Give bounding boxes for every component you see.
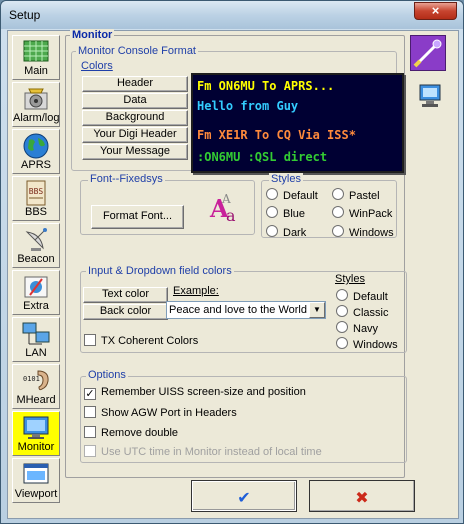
input-style-navy-radio[interactable]: Navy — [336, 321, 378, 335]
tools-icon-button[interactable] — [410, 35, 446, 71]
utc-time-checkbox: Use UTC time in Monitor instead of local… — [84, 445, 322, 458]
close-button[interactable]: × — [414, 2, 457, 20]
extra-tools-icon — [24, 276, 48, 298]
window-title: Setup — [9, 8, 41, 22]
setup-window: Setup × Main Alarm/log APRS BBS BBS Beac… — [0, 0, 464, 524]
input-colors-title: Input & Dropdown field colors — [86, 265, 234, 277]
sidebar-item-label: MHeard — [16, 394, 56, 406]
checkbox-box[interactable] — [84, 406, 96, 418]
show-agw-port-label: Show AGW Port in Headers — [101, 407, 237, 419]
close-icon: ✖ — [355, 490, 369, 507]
console-format-title: Monitor Console Format — [76, 45, 198, 57]
style-windows-radio[interactable]: Windows — [332, 225, 394, 239]
computer-icon — [419, 84, 441, 107]
ear-icon: 0101 — [23, 370, 49, 391]
font-group-title: Font--Fixedsys — [88, 173, 165, 185]
svg-text:0101: 0101 — [23, 375, 40, 383]
sidebar-item-beacon[interactable]: Beacon — [12, 223, 60, 268]
chevron-down-icon[interactable]: ▼ — [309, 302, 325, 318]
sidebar-item-label: APRS — [21, 159, 51, 171]
sidebar-item-label: Alarm/log — [13, 112, 60, 124]
ok-button[interactable]: ✔ — [191, 480, 297, 512]
digi-header-color-button[interactable]: Your Digi Header — [82, 127, 188, 143]
cancel-button[interactable]: ✖ — [309, 480, 415, 512]
tx-coherent-label: TX Coherent Colors — [101, 335, 199, 347]
sidebar-item-extra[interactable]: Extra — [12, 270, 60, 315]
sidebar-item-lan[interactable]: LAN — [12, 317, 60, 362]
sidebar-item-label: Main — [24, 65, 48, 77]
preview-header-line: Fm ON6MU To APRS... — [197, 79, 335, 93]
input-style-classic-radio[interactable]: Classic — [336, 305, 388, 319]
sidebar-item-main[interactable]: Main — [12, 35, 60, 80]
tx-coherent-checkbox[interactable]: TX Coherent Colors — [84, 334, 198, 347]
header-color-button[interactable]: Header — [82, 76, 188, 92]
remember-size-label: Remember UISS screen-size and position — [101, 386, 306, 398]
lan-computers-icon — [22, 322, 50, 345]
input-style-windows-radio[interactable]: Windows — [336, 337, 398, 351]
sidebar-item-label: Beacon — [17, 253, 55, 265]
font-aa-icon: A a A — [209, 192, 236, 225]
checkbox-box[interactable] — [84, 334, 96, 346]
viewport-icon — [23, 463, 49, 484]
remove-double-label: Remove double — [101, 427, 179, 439]
alarm-speaker-icon — [24, 88, 48, 110]
monitor-icon — [23, 416, 49, 439]
globe-icon — [23, 133, 49, 159]
show-agw-port-checkbox[interactable]: Show AGW Port in Headers — [84, 406, 237, 419]
checkmark-icon[interactable]: ✓ — [84, 388, 96, 400]
sidebar-item-bbs[interactable]: BBS BBS — [12, 176, 60, 221]
example-label: Example: — [173, 285, 219, 297]
preview-message-line: :ON6MU :QSL direct — [197, 150, 328, 164]
colors-label: Colors — [79, 60, 115, 72]
sidebar-item-label: Viewport — [14, 488, 58, 500]
satellite-dish-icon — [25, 228, 47, 251]
options-title: Options — [86, 369, 128, 381]
svg-text:BBS: BBS — [29, 187, 44, 196]
data-color-button[interactable]: Data — [82, 93, 188, 109]
preview-data-line: Hello from Guy — [197, 99, 299, 113]
sidebar-item-monitor[interactable]: Monitor — [12, 411, 60, 456]
style-dark-radio[interactable]: Dark — [266, 225, 306, 239]
sidebar-item-viewport[interactable]: Viewport — [12, 458, 60, 503]
your-message-color-button[interactable]: Your Message — [82, 144, 188, 160]
input-style-default-radio[interactable]: Default — [336, 289, 388, 303]
screwdriver-icon — [413, 39, 442, 68]
sidebar-item-mheard[interactable]: 0101 MHeard — [12, 364, 60, 409]
checkbox-box — [84, 445, 96, 457]
format-font-button[interactable]: Format Font... — [91, 205, 184, 229]
styles-group-title: Styles — [269, 173, 303, 185]
preview-digi-header-line: Fm XE1R To CQ Via ISS* — [197, 128, 356, 142]
remember-size-checkbox[interactable]: ✓ Remember UISS screen-size and position — [84, 386, 306, 400]
sidebar-item-label: BBS — [24, 206, 47, 218]
sidebar-item-label: LAN — [25, 347, 47, 359]
bbs-icon: BBS — [26, 180, 46, 206]
example-dropdown[interactable]: Peace and love to the World ▼ — [166, 301, 326, 319]
example-dropdown-value: Peace and love to the World — [169, 304, 307, 316]
style-winpack-radio[interactable]: WinPack — [332, 206, 392, 220]
svg-text:A: A — [221, 192, 231, 206]
style-pastel-radio[interactable]: Pastel — [332, 188, 380, 202]
text-color-button[interactable]: Text color — [83, 287, 168, 303]
style-default-radio[interactable]: Default — [266, 188, 318, 202]
sidebar-item-aprs[interactable]: APRS — [12, 129, 60, 174]
style-blue-radio[interactable]: Blue — [266, 206, 305, 220]
remove-double-checkbox[interactable]: Remove double — [84, 426, 178, 439]
client-area: Main Alarm/log APRS BBS BBS Beacon Extra… — [7, 29, 459, 519]
monitor-panel-title: Monitor — [70, 29, 115, 41]
back-color-button[interactable]: Back color — [83, 304, 168, 320]
sidebar-item-label: Monitor — [17, 441, 55, 453]
checkmark-icon: ✔ — [237, 490, 251, 507]
utc-time-label: Use UTC time in Monitor instead of local… — [101, 446, 322, 458]
background-color-button[interactable]: Background — [82, 110, 188, 126]
console-preview: Fm ON6MU To APRS... Hello from Guy Fm XE… — [191, 73, 404, 173]
title-bar: Setup × — [1, 1, 463, 29]
sidebar-item-alarm[interactable]: Alarm/log — [12, 82, 60, 127]
checkbox-box[interactable] — [84, 426, 96, 438]
sidebar-item-label: Extra — [23, 300, 49, 312]
main-grid-icon — [23, 40, 49, 62]
svg-text:a: a — [226, 206, 236, 225]
input-styles-label: Styles — [335, 273, 365, 285]
